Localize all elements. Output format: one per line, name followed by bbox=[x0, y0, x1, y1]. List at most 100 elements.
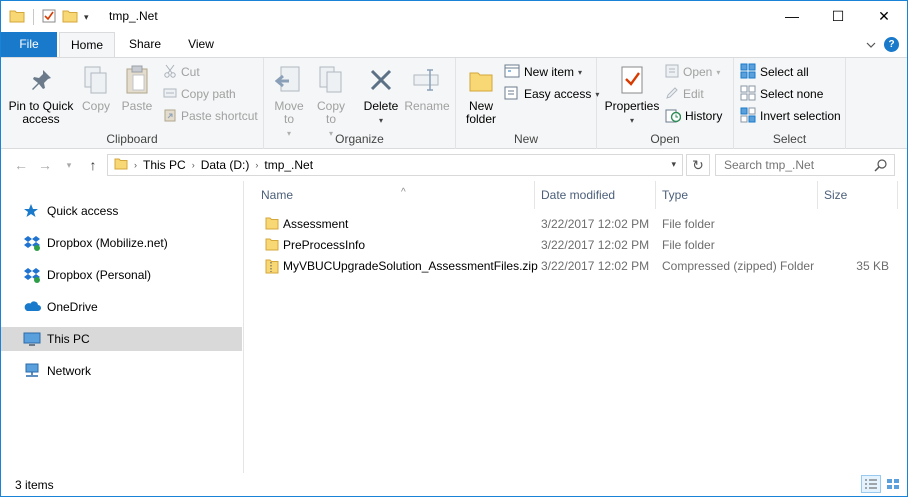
breadcrumb-separator-icon[interactable]: › bbox=[134, 160, 137, 170]
paste-shortcut-icon bbox=[163, 108, 177, 125]
tab-file[interactable]: File bbox=[1, 32, 57, 57]
breadcrumb-separator-icon[interactable]: › bbox=[255, 160, 258, 170]
address-history-chevron-icon[interactable]: ▾ bbox=[671, 159, 676, 170]
breadcrumb-current-folder[interactable]: tmp_.Net bbox=[264, 158, 313, 172]
nav-item-this-pc[interactable]: This PC bbox=[1, 327, 242, 351]
edit-icon bbox=[665, 86, 679, 103]
select-none-button[interactable]: Select none bbox=[740, 84, 823, 104]
history-icon bbox=[665, 107, 682, 126]
computer-icon bbox=[23, 331, 41, 347]
navigation-pane: Quick access Dropbox (Mobilize.net) Drop… bbox=[1, 181, 244, 473]
expand-ribbon-chevron-icon[interactable] bbox=[866, 38, 876, 52]
move-to-button[interactable]: Move to ▾ bbox=[270, 62, 308, 140]
file-date: 3/22/2017 12:02 PM bbox=[541, 217, 650, 231]
large-icons-view-icon[interactable] bbox=[883, 475, 903, 493]
nav-item-network[interactable]: Network bbox=[1, 359, 242, 383]
properties-button[interactable]: Properties ▾ bbox=[603, 62, 661, 127]
address-bar[interactable]: › This PC › Data (D:) › tmp_.Net ▾ bbox=[107, 154, 683, 176]
new-folder-icon[interactable] bbox=[62, 9, 78, 26]
paste-shortcut-button[interactable]: Paste shortcut bbox=[163, 106, 258, 126]
new-group: New folder New item ▾ Easy access ▾ New bbox=[456, 58, 599, 149]
search-input[interactable] bbox=[724, 155, 874, 175]
new-item-button[interactable]: New item ▾ bbox=[504, 62, 582, 82]
back-arrow-icon[interactable]: ← bbox=[11, 155, 31, 175]
details-view-icon[interactable] bbox=[861, 475, 881, 493]
scissors-icon bbox=[163, 64, 177, 81]
select-all-button[interactable]: Select all bbox=[740, 62, 809, 82]
file-type: File folder bbox=[662, 238, 715, 252]
file-type: File folder bbox=[662, 217, 715, 231]
new-item-icon bbox=[504, 64, 520, 81]
minimize-button[interactable]: — bbox=[769, 1, 815, 31]
easy-access-icon bbox=[504, 86, 520, 103]
history-button[interactable]: History bbox=[665, 106, 722, 126]
file-list: ^ Name Date modified Type Size Assessmen… bbox=[245, 181, 907, 473]
column-header-name[interactable]: ^ Name bbox=[255, 181, 535, 209]
folder-icon bbox=[9, 9, 25, 26]
rename-icon bbox=[411, 62, 443, 98]
table-row[interactable]: PreProcessInfo 3/22/2017 12:02 PM File f… bbox=[261, 235, 901, 256]
copy-button[interactable]: Copy bbox=[77, 62, 115, 113]
open-group: Properties ▾ Open ▾ Edit History Open bbox=[597, 58, 734, 149]
column-header-type[interactable]: Type bbox=[656, 181, 818, 209]
pin-to-quick-access-button[interactable]: Pin to Quick access bbox=[5, 62, 77, 126]
properties-check-icon bbox=[616, 62, 648, 98]
column-header-date-modified[interactable]: Date modified bbox=[535, 181, 656, 209]
column-header-size[interactable]: Size bbox=[818, 181, 898, 209]
select-all-icon bbox=[740, 63, 756, 82]
up-arrow-icon[interactable]: ↑ bbox=[83, 155, 103, 175]
properties-icon[interactable] bbox=[42, 9, 56, 26]
copy-path-icon bbox=[163, 86, 177, 103]
folder-icon bbox=[114, 158, 128, 173]
new-folder-button[interactable]: New folder bbox=[460, 62, 502, 126]
ribbon-tabs: File Home Share View ? bbox=[1, 32, 907, 58]
quick-access-toolbar: ▾ bbox=[9, 7, 89, 27]
recent-locations-chevron-icon[interactable]: ▾ bbox=[59, 155, 79, 175]
file-date: 3/22/2017 12:02 PM bbox=[541, 259, 650, 273]
tab-view[interactable]: View bbox=[177, 32, 225, 57]
breadcrumb-data-drive[interactable]: Data (D:) bbox=[201, 158, 250, 172]
folder-icon bbox=[265, 237, 279, 254]
close-button[interactable]: ✕ bbox=[861, 1, 907, 31]
nav-item-onedrive[interactable]: OneDrive bbox=[1, 295, 242, 319]
help-icon[interactable]: ? bbox=[884, 37, 899, 52]
new-folder-icon bbox=[465, 62, 497, 98]
nav-item-dropbox-personal[interactable]: Dropbox (Personal) bbox=[1, 263, 242, 287]
edit-button[interactable]: Edit bbox=[665, 84, 704, 104]
table-row[interactable]: Assessment 3/22/2017 12:02 PM File folde… bbox=[261, 214, 901, 235]
cut-button[interactable]: Cut bbox=[163, 62, 200, 82]
nav-item-quick-access[interactable]: Quick access bbox=[1, 199, 242, 223]
paste-button[interactable]: Paste bbox=[117, 62, 157, 113]
select-none-icon bbox=[740, 85, 756, 104]
easy-access-button[interactable]: Easy access ▾ bbox=[504, 84, 599, 104]
customize-toolbar-chevron-icon[interactable]: ▾ bbox=[84, 12, 89, 23]
zip-folder-icon bbox=[265, 258, 279, 277]
delete-button[interactable]: Delete ▾ bbox=[362, 62, 400, 127]
breadcrumb-this-pc[interactable]: This PC bbox=[143, 158, 186, 172]
sort-ascending-icon: ^ bbox=[401, 187, 406, 198]
open-group-label: Open bbox=[650, 132, 680, 146]
breadcrumb-separator-icon[interactable]: › bbox=[192, 160, 195, 170]
search-box[interactable] bbox=[715, 154, 895, 176]
new-group-label: New bbox=[513, 132, 538, 146]
copy-to-icon bbox=[315, 62, 347, 98]
copy-to-button[interactable]: Copy to ▾ bbox=[312, 62, 350, 140]
clipboard-group: Pin to Quick access Copy Paste Cut Copy … bbox=[1, 58, 264, 149]
maximize-button[interactable]: ☐ bbox=[815, 1, 861, 31]
clipboard-group-label: Clipboard bbox=[106, 132, 158, 146]
search-icon[interactable] bbox=[874, 158, 888, 175]
dropbox-icon bbox=[23, 235, 41, 251]
rename-button[interactable]: Rename bbox=[404, 62, 450, 113]
network-icon bbox=[23, 363, 41, 379]
title-bar: ▾ tmp_.Net — ☐ ✕ bbox=[1, 1, 907, 32]
forward-arrow-icon[interactable]: → bbox=[35, 155, 55, 175]
invert-selection-button[interactable]: Invert selection bbox=[740, 106, 841, 126]
copy-path-button[interactable]: Copy path bbox=[163, 84, 236, 104]
select-group: Select all Select none Invert selection … bbox=[734, 58, 846, 149]
tab-share[interactable]: Share bbox=[120, 32, 170, 57]
refresh-icon[interactable]: ↻ bbox=[686, 154, 710, 176]
nav-item-dropbox-mobilize[interactable]: Dropbox (Mobilize.net) bbox=[1, 231, 242, 255]
table-row[interactable]: MyVBUCUpgradeSolution_AssessmentFiles.zi… bbox=[261, 256, 901, 277]
open-button[interactable]: Open ▾ bbox=[665, 62, 720, 82]
tab-home[interactable]: Home bbox=[59, 32, 115, 58]
